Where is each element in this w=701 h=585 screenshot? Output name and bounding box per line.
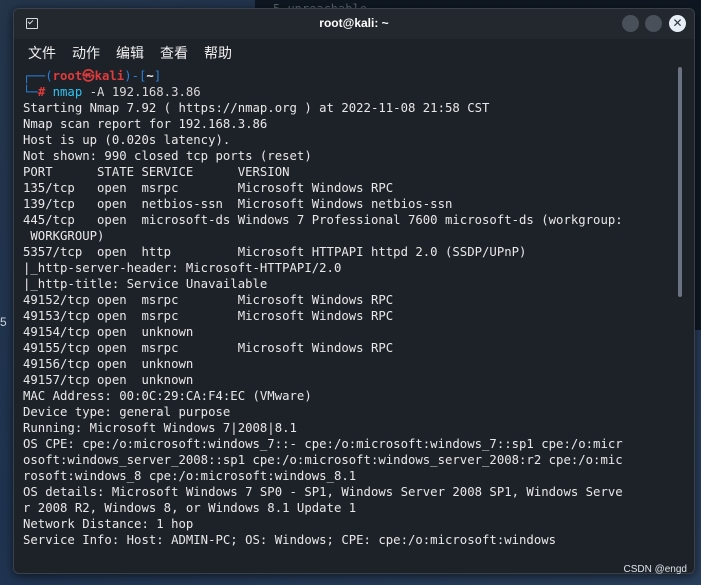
prompt-cwd: ~: [146, 69, 154, 83]
output-line: Starting Nmap 7.92 ( https://nmap.org ) …: [23, 101, 490, 115]
minimize-button[interactable]: [622, 15, 639, 32]
output-line: OS CPE: cpe:/o:microsoft:windows_7::- cp…: [23, 437, 623, 451]
prompt-line-top: ┌──(root㉿kali)-[~]: [23, 69, 162, 83]
menu-help[interactable]: 帮助: [204, 43, 232, 63]
output-line: PORT STATE SERVICE VERSION: [23, 165, 290, 179]
menu-bar: 文件 动作 编辑 查看 帮助: [14, 39, 694, 65]
prompt-at: ㉿: [82, 69, 95, 83]
menu-view[interactable]: 查看: [160, 43, 188, 63]
menu-action[interactable]: 动作: [72, 43, 100, 63]
background-left-mark: 5: [0, 315, 7, 329]
prompt-user: root: [52, 69, 83, 83]
output-line: Not shown: 990 closed tcp ports (reset): [23, 149, 312, 163]
output-line: osoft:windows_server_2008::sp1 cpe:/o:mi…: [23, 453, 623, 467]
output-line: MAC Address: 00:0C:29:CA:F4:EC (VMware): [23, 389, 312, 403]
terminal-window[interactable]: root@kali: ~ ✕ 文件 动作 编辑 查看 帮助 ┌──(root㉿k…: [13, 8, 695, 574]
output-line: 5357/tcp open http Microsoft HTTPAPI htt…: [23, 245, 527, 259]
output-line: OS details: Microsoft Windows 7 SP0 - SP…: [23, 485, 623, 499]
output-line: rosoft:windows_8 cpe:/o:microsoft:window…: [23, 469, 357, 483]
output-line: |_http-title: Service Unavailable: [23, 277, 268, 291]
output-line: r 2008 R2, Windows 8, or Windows 8.1 Upd…: [23, 501, 357, 515]
output-line: 139/tcp open netbios-ssn Microsoft Windo…: [23, 197, 453, 211]
output-line: 49154/tcp open unknown: [23, 325, 194, 339]
output-line: 445/tcp open microsoft-ds Windows 7 Prof…: [23, 213, 623, 227]
watermark: CSDN @engd: [623, 564, 687, 575]
prompt-host: kali: [94, 69, 125, 83]
output-line: 49156/tcp open unknown: [23, 357, 194, 371]
command-args: -A 192.168.3.86: [82, 85, 201, 99]
scrollbar[interactable]: [678, 67, 682, 297]
menu-file[interactable]: 文件: [28, 43, 56, 63]
output-line: 135/tcp open msrpc Microsoft Windows RPC: [23, 181, 394, 195]
output-line: |_http-server-header: Microsoft-HTTPAPI/…: [23, 261, 342, 275]
nmap-output: Starting Nmap 7.92 ( https://nmap.org ) …: [23, 100, 679, 548]
output-line: Device type: general purpose: [23, 405, 231, 419]
prompt-hash: #: [37, 85, 46, 99]
terminal-output[interactable]: ┌──(root㉿kali)-[~] └─# nmap -A 192.168.3…: [23, 68, 679, 568]
prompt-line-command: └─# nmap -A 192.168.3.86: [23, 85, 201, 99]
command-name: nmap: [52, 85, 83, 99]
output-line: Service Info: Host: ADMIN-PC; OS: Window…: [23, 533, 557, 547]
output-line: 49155/tcp open msrpc Microsoft Windows R…: [23, 341, 394, 355]
output-line: 49157/tcp open unknown: [23, 373, 194, 387]
close-button[interactable]: ✕: [669, 15, 686, 32]
output-line: 49152/tcp open msrpc Microsoft Windows R…: [23, 293, 394, 307]
output-line: WORKGROUP): [23, 229, 105, 243]
output-line: Host is up (0.020s latency).: [23, 133, 231, 147]
output-line: Running: Microsoft Windows 7|2008|8.1: [23, 421, 297, 435]
menu-edit[interactable]: 编辑: [116, 43, 144, 63]
window-title: root@kali: ~: [319, 16, 389, 30]
output-line: Nmap scan report for 192.168.3.86: [23, 117, 268, 131]
title-bar[interactable]: root@kali: ~ ✕: [14, 9, 694, 39]
maximize-button[interactable]: [645, 15, 662, 32]
output-line: Network Distance: 1 hop: [23, 517, 194, 531]
output-line: 49153/tcp open msrpc Microsoft Windows R…: [23, 309, 394, 323]
